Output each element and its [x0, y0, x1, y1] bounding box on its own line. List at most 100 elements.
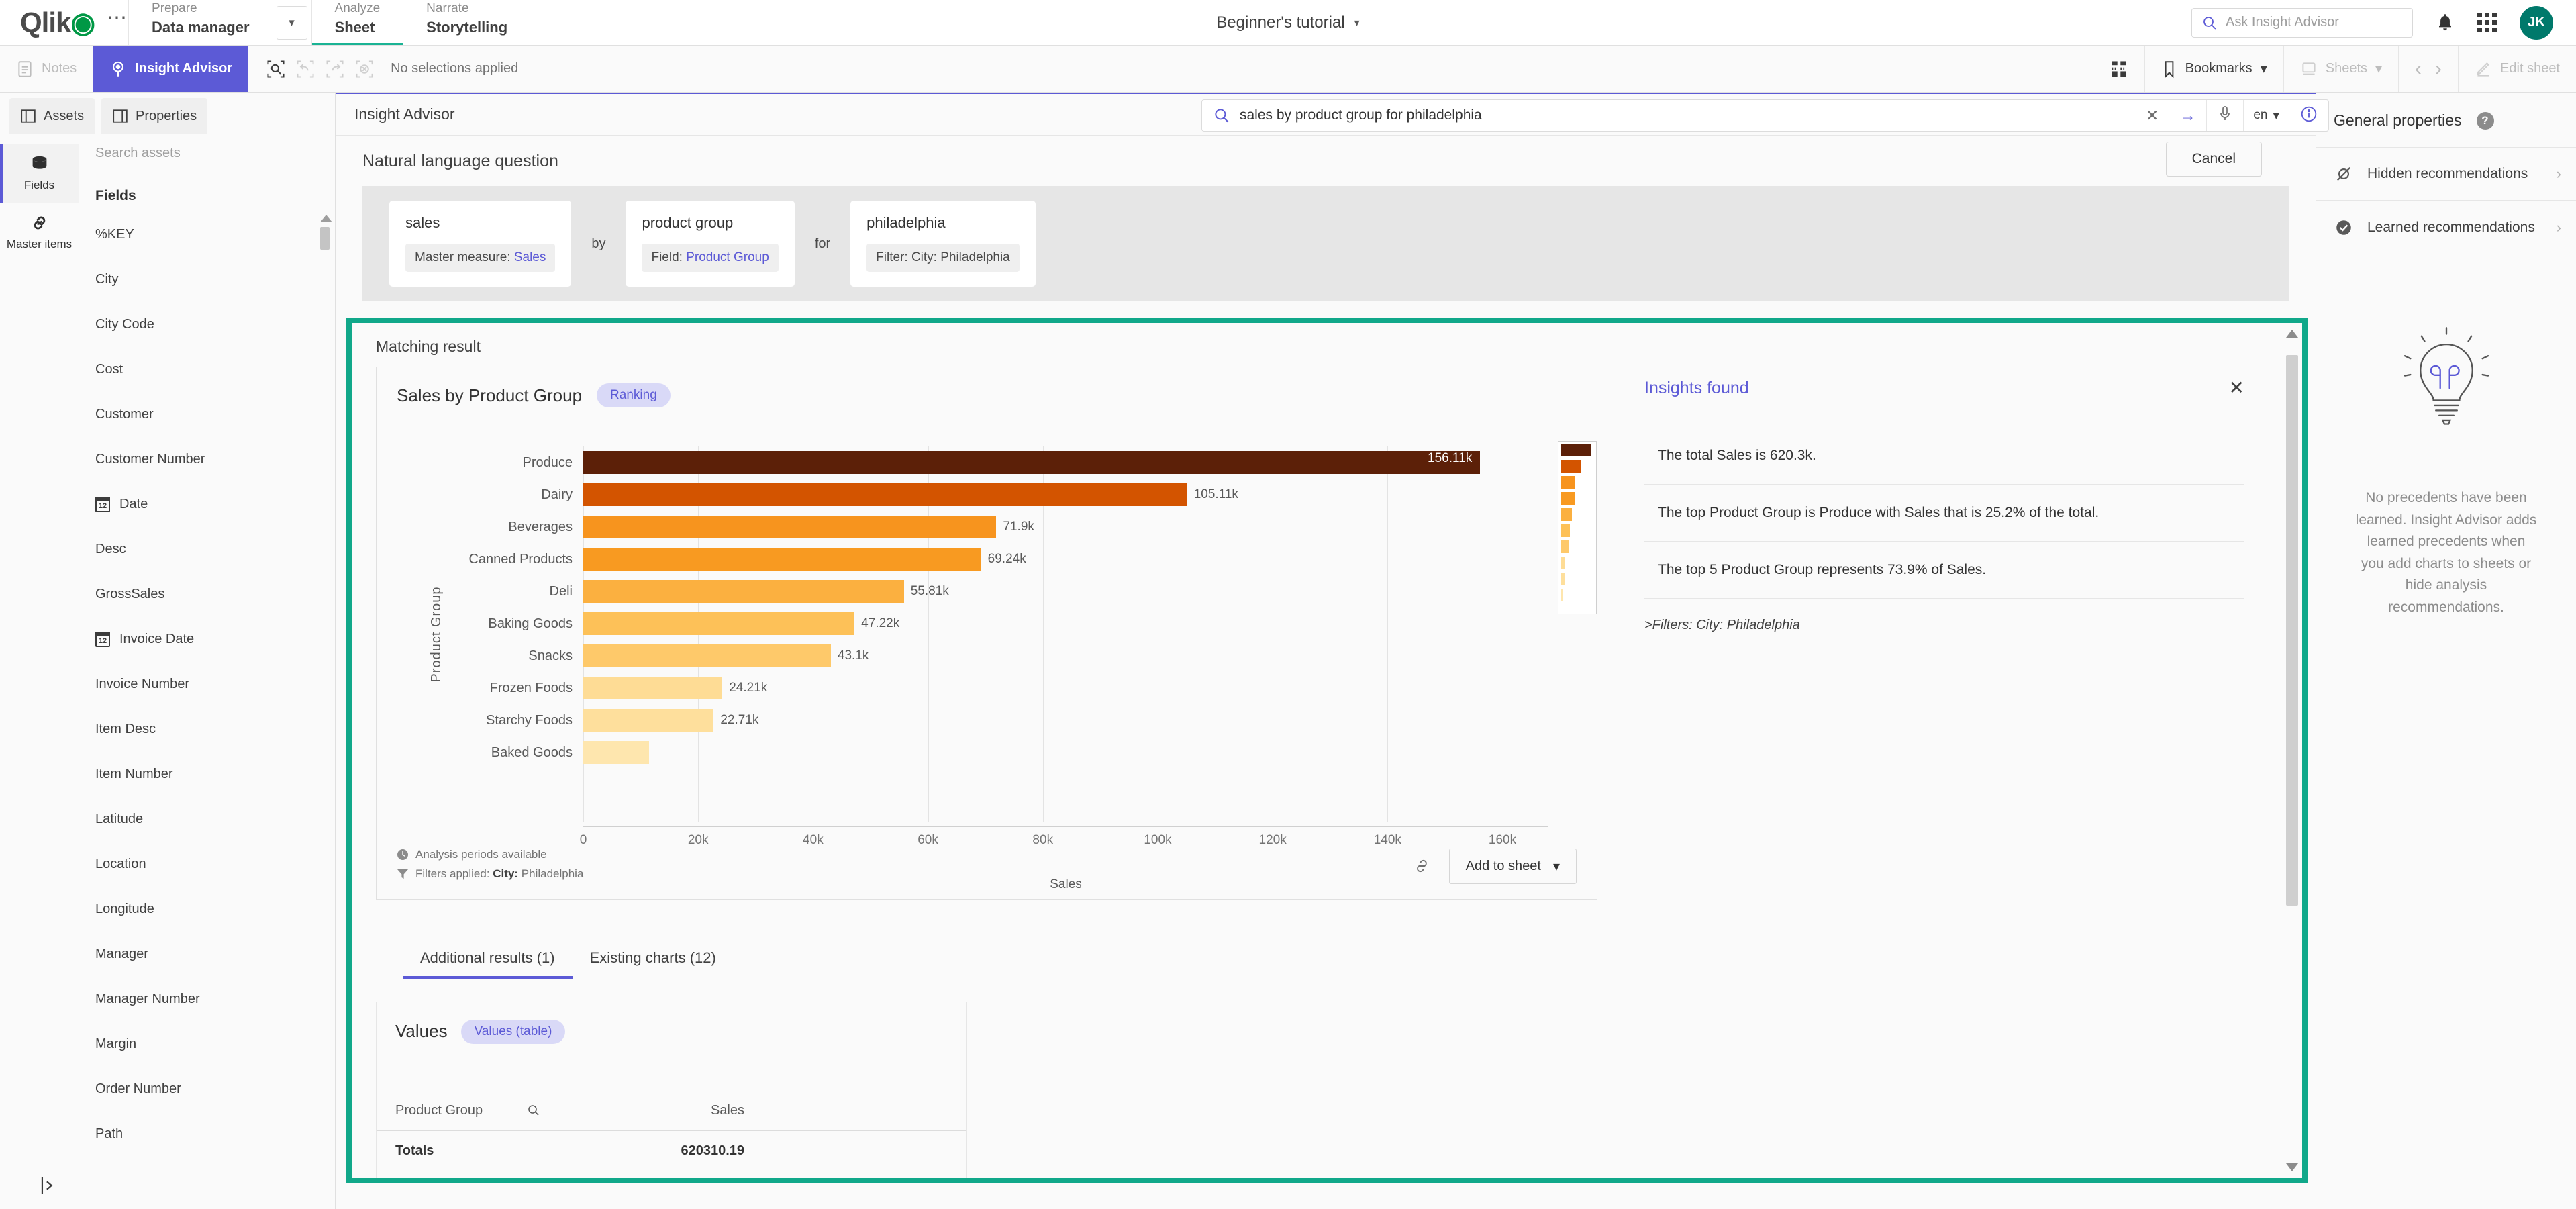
hidden-recommendations-item[interactable]: Hidden recommendations ›: [2316, 147, 2576, 200]
bar[interactable]: [583, 709, 713, 732]
language-selector[interactable]: en ▾: [2244, 108, 2289, 124]
field-item[interactable]: Longitude: [79, 887, 335, 932]
chart-card[interactable]: Sales by Product Group Ranking Product G…: [376, 367, 1597, 900]
scrollbar-thumb[interactable]: [320, 227, 330, 250]
ellipsis-icon[interactable]: ⋯: [107, 15, 128, 31]
voice-input-icon[interactable]: [2207, 105, 2243, 126]
nav-analyze[interactable]: Analyze Sheet: [311, 0, 403, 45]
bar-row[interactable]: 43.1k: [583, 640, 1548, 672]
bar[interactable]: [583, 548, 981, 571]
app-title[interactable]: Beginner's tutorial: [1216, 13, 1344, 32]
nav-prepare[interactable]: Prepare Data manager: [128, 0, 273, 45]
bar-row[interactable]: 105.11k: [583, 479, 1548, 511]
field-item[interactable]: Order Number: [79, 1067, 335, 1112]
edit-sheet-button[interactable]: Edit sheet: [2459, 46, 2576, 92]
field-item[interactable]: Latitude: [79, 797, 335, 842]
field-item[interactable]: Item Desc: [79, 707, 335, 752]
search-assets-input[interactable]: Search assets: [79, 134, 335, 173]
field-item[interactable]: Manager Number: [79, 977, 335, 1022]
field-item[interactable]: Invoice Number: [79, 662, 335, 707]
field-item[interactable]: GrossSales: [79, 572, 335, 617]
step-back-icon[interactable]: [293, 56, 318, 82]
rail-item-master-items[interactable]: Master items: [0, 203, 79, 262]
field-item[interactable]: Path: [79, 1112, 335, 1157]
nlq-search-value[interactable]: sales by product group for philadelphia: [1240, 107, 2135, 124]
help-icon[interactable]: ?: [2477, 112, 2494, 130]
bar[interactable]: [583, 516, 996, 538]
scroll-up-icon[interactable]: [320, 215, 332, 222]
collapse-panel-icon[interactable]: [39, 1175, 56, 1196]
chart-overview-minimap[interactable]: [1558, 441, 1597, 614]
column-header-product-group[interactable]: Product Group: [377, 1092, 597, 1131]
qlik-logo[interactable]: Qlik◉: [20, 6, 95, 39]
scroll-down-icon[interactable]: [2286, 1163, 2298, 1171]
nlq-token-measure[interactable]: sales Master measure: Sales: [389, 201, 571, 287]
table-row[interactable]: Totals620310.19: [377, 1130, 966, 1171]
bar-row[interactable]: 71.9k: [583, 511, 1548, 543]
sheets-button[interactable]: Sheets ▾: [2284, 46, 2399, 92]
learned-recommendations-item[interactable]: Learned recommendations ›: [2316, 200, 2576, 254]
cancel-button[interactable]: Cancel: [2166, 142, 2262, 177]
search-icon[interactable]: [527, 1104, 540, 1117]
field-item[interactable]: Manager: [79, 932, 335, 977]
bar-row[interactable]: 156.11k: [583, 446, 1548, 479]
bookmarks-button[interactable]: Bookmarks ▾: [2145, 46, 2284, 92]
result-region-scrollbar[interactable]: [2286, 330, 2298, 1171]
bar[interactable]: [583, 483, 1187, 506]
app-title-chevron-down-icon[interactable]: ▾: [1354, 16, 1360, 30]
rail-item-fields[interactable]: Fields: [0, 144, 79, 203]
field-item[interactable]: Customer Number: [79, 437, 335, 482]
field-item[interactable]: 12Invoice Date: [79, 617, 335, 662]
field-item[interactable]: Desc: [79, 527, 335, 572]
close-icon[interactable]: ✕: [2229, 379, 2244, 397]
field-item[interactable]: Margin: [79, 1022, 335, 1067]
column-header-sales[interactable]: Sales: [597, 1092, 966, 1131]
tab-properties[interactable]: Properties: [101, 98, 207, 134]
notifications-bell-icon[interactable]: [2436, 13, 2455, 33]
ask-insight-advisor-input[interactable]: Ask Insight Advisor: [2191, 8, 2413, 38]
field-item[interactable]: Cost: [79, 347, 335, 392]
bar-row[interactable]: 47.22k: [583, 608, 1548, 640]
bar[interactable]: [583, 580, 904, 603]
notes-button[interactable]: Notes: [0, 46, 93, 92]
field-item[interactable]: %KEY: [79, 212, 335, 257]
nlq-token-filter[interactable]: philadelphia Filter: City: Philadelphia: [850, 201, 1036, 287]
table-row[interactable]: Beverages71896.95: [377, 1171, 966, 1183]
tab-assets[interactable]: Assets: [9, 98, 95, 134]
field-item[interactable]: Item Number: [79, 752, 335, 797]
bar-row[interactable]: 55.81k: [583, 575, 1548, 608]
field-item[interactable]: Customer: [79, 392, 335, 437]
prev-sheet-button[interactable]: ‹: [2399, 46, 2428, 92]
insight-advisor-button[interactable]: Insight Advisor: [93, 46, 248, 92]
selections-tool-icon[interactable]: [263, 56, 289, 82]
field-item[interactable]: 12Date: [79, 482, 335, 527]
sheet-overview-button[interactable]: [2093, 46, 2145, 92]
bar-row[interactable]: 22.71k: [583, 704, 1548, 736]
clear-search-icon[interactable]: ✕: [2135, 107, 2169, 125]
info-icon[interactable]: [2289, 105, 2328, 126]
step-forward-icon[interactable]: [322, 56, 348, 82]
bar-row[interactable]: 69.24k: [583, 543, 1548, 575]
scroll-up-icon[interactable]: [2286, 330, 2298, 338]
values-card[interactable]: Values Values (table) Product Group Sale…: [376, 1002, 967, 1183]
values-table[interactable]: Product Group Sales Totals620310.19Bever…: [377, 1092, 966, 1183]
bar[interactable]: [583, 612, 854, 635]
field-list-scrollbar[interactable]: [320, 215, 330, 1151]
bar[interactable]: [583, 644, 831, 667]
tab-additional-results[interactable]: Additional results (1): [403, 938, 573, 979]
avatar[interactable]: JK: [2520, 6, 2553, 40]
bar[interactable]: [583, 741, 649, 764]
field-item[interactable]: Location: [79, 842, 335, 887]
next-sheet-button[interactable]: ›: [2428, 46, 2459, 92]
nlq-token-dimension[interactable]: product group Field: Product Group: [626, 201, 794, 287]
bar-chart[interactable]: Product Group ProduceDairyBeveragesCanne…: [377, 446, 1597, 822]
app-grid-icon[interactable]: [2477, 13, 2497, 32]
chevron-down-icon[interactable]: ▾: [277, 6, 307, 40]
submit-search-icon[interactable]: →: [2169, 107, 2206, 125]
field-item[interactable]: City: [79, 257, 335, 302]
bar-row[interactable]: 24.21k: [583, 672, 1548, 704]
bar[interactable]: [583, 677, 722, 699]
nlq-search-bar[interactable]: sales by product group for philadelphia …: [1201, 99, 2329, 132]
scrollbar-thumb[interactable]: [2286, 355, 2298, 906]
clear-selections-icon[interactable]: [352, 56, 377, 82]
